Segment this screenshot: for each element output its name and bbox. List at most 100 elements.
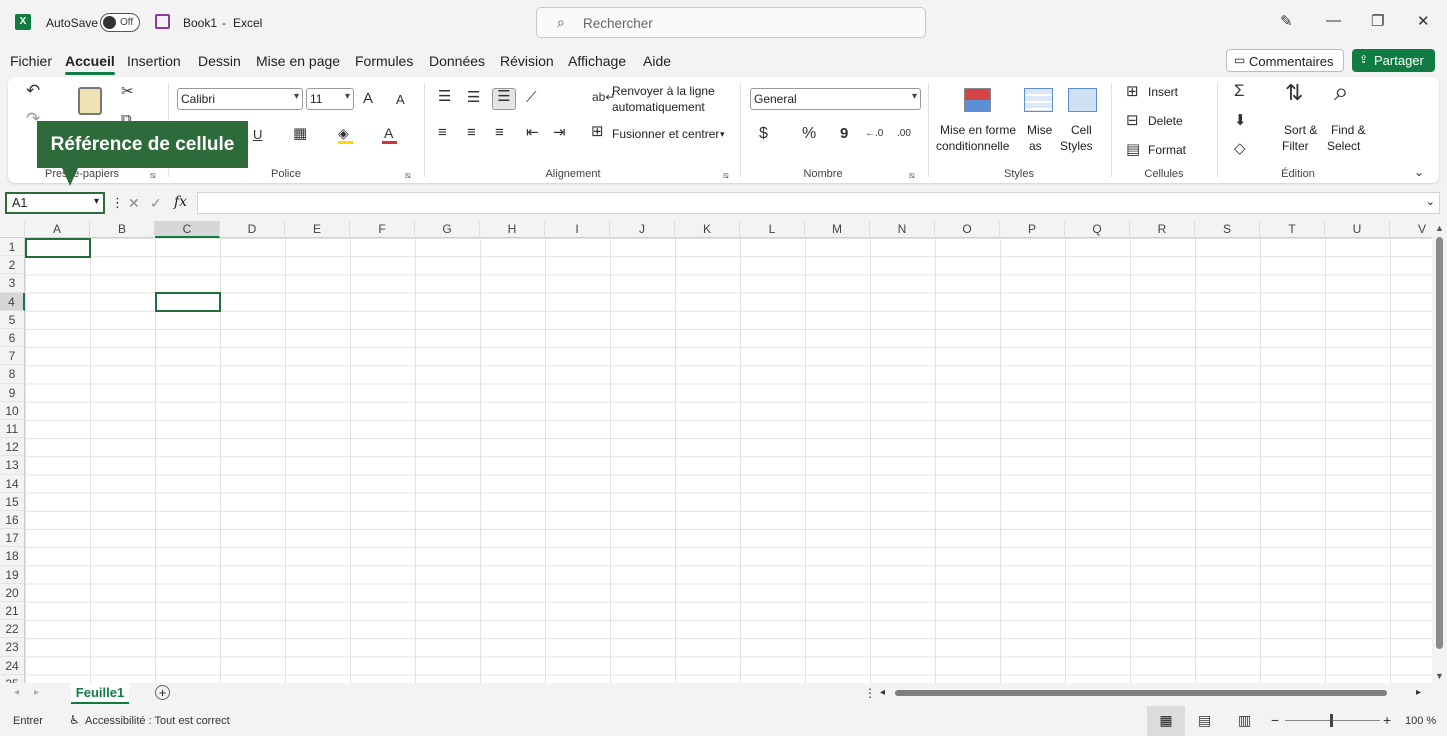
column-header-f[interactable]: F bbox=[350, 221, 415, 238]
align-top-icon[interactable]: ☰ bbox=[438, 89, 451, 105]
pen-icon[interactable]: ✎ bbox=[1280, 12, 1293, 30]
font-grow-icon[interactable]: A bbox=[363, 91, 373, 107]
scroll-right-icon[interactable]: ▸ bbox=[1416, 687, 1421, 698]
column-header-t[interactable]: T bbox=[1260, 221, 1325, 238]
orientation-icon[interactable]: ⟋ bbox=[526, 90, 537, 106]
comments-button[interactable]: ▭ Commentaires bbox=[1226, 49, 1344, 72]
column-header-r[interactable]: R bbox=[1130, 221, 1195, 238]
normal-view-icon[interactable]: ▦ bbox=[1147, 706, 1185, 736]
insert-function-icon[interactable]: fx bbox=[174, 194, 187, 210]
column-header-n[interactable]: N bbox=[870, 221, 935, 238]
cell-styles-icon[interactable] bbox=[1068, 88, 1097, 112]
insert-cells-label[interactable]: Insert bbox=[1148, 85, 1178, 100]
zoom-slider[interactable] bbox=[1285, 714, 1380, 727]
row-header-3[interactable]: 3 bbox=[0, 274, 25, 293]
align-right-icon[interactable]: ≡ bbox=[495, 125, 504, 141]
column-header-v[interactable]: V bbox=[1390, 221, 1432, 238]
column-header-d[interactable]: D bbox=[220, 221, 285, 238]
fill-icon[interactable]: ⬇ bbox=[1234, 113, 1247, 129]
align-bottom-icon[interactable]: ☰ bbox=[492, 88, 516, 110]
row-header-17[interactable]: 17 bbox=[0, 529, 25, 548]
menu-accueil[interactable]: Accueil bbox=[65, 53, 115, 75]
horizontal-scroll-thumb[interactable] bbox=[895, 690, 1387, 696]
wrap-text-line1[interactable]: Renvoyer à la ligne bbox=[612, 84, 715, 99]
font-size-combo[interactable]: 11 ▾ bbox=[306, 88, 354, 110]
active-cell[interactable] bbox=[25, 238, 91, 258]
menu-donnees[interactable]: Données bbox=[429, 53, 485, 69]
clipboard-launcher-icon[interactable]: ⧅ bbox=[150, 170, 156, 181]
row-header-18[interactable]: 18 bbox=[0, 547, 25, 566]
scroll-down-icon[interactable]: ▼ bbox=[1435, 671, 1444, 681]
row-header-2[interactable]: 2 bbox=[0, 256, 25, 275]
save-icon[interactable] bbox=[155, 14, 170, 29]
row-header-20[interactable]: 20 bbox=[0, 583, 25, 602]
row-header-24[interactable]: 24 bbox=[0, 656, 25, 675]
paste-icon[interactable] bbox=[78, 87, 102, 115]
row-header-7[interactable]: 7 bbox=[0, 347, 25, 366]
wrap-text-line2[interactable]: automatiquement bbox=[612, 100, 705, 115]
search-box[interactable]: ⌕ Rechercher bbox=[536, 7, 926, 38]
worksheet-grid[interactable]: ABCDEFGHIJKLMNOPQRSTUV 1 2 3 4 5 6 7 8 9 10 11 12 13… bbox=[0, 221, 1432, 683]
fill-color-icon[interactable]: ◈ bbox=[338, 125, 349, 141]
zoom-level[interactable]: 100 % bbox=[1405, 715, 1436, 727]
chevron-down-icon[interactable]: ▾ bbox=[720, 127, 725, 142]
menu-fichier[interactable]: Fichier bbox=[10, 53, 52, 69]
currency-icon[interactable]: $ bbox=[759, 126, 768, 142]
column-header-l[interactable]: L bbox=[740, 221, 805, 238]
accessibility-icon[interactable]: ♿ bbox=[69, 713, 80, 727]
font-name-combo[interactable]: Calibri ▾ bbox=[177, 88, 303, 110]
close-icon[interactable]: ✕ bbox=[1417, 12, 1430, 30]
cells-area[interactable] bbox=[25, 238, 1432, 683]
menu-revision[interactable]: Révision bbox=[500, 53, 554, 69]
delete-cells-icon[interactable]: ⊟ bbox=[1126, 113, 1139, 129]
page-break-view-icon[interactable]: ▥ bbox=[1238, 712, 1251, 729]
share-button[interactable]: ⇪ Partager bbox=[1352, 49, 1435, 72]
autosave-toggle[interactable]: Off bbox=[100, 13, 140, 32]
conditional-formatting-icon[interactable] bbox=[964, 88, 991, 112]
row-header-6[interactable]: 6 bbox=[0, 329, 25, 348]
number-format-combo[interactable]: General ▾ bbox=[750, 88, 921, 110]
column-header-q[interactable]: Q bbox=[1065, 221, 1130, 238]
column-header-i[interactable]: I bbox=[545, 221, 610, 238]
vertical-scroll-thumb[interactable] bbox=[1436, 237, 1443, 649]
zoom-slider-thumb[interactable] bbox=[1330, 714, 1333, 727]
decrease-indent-icon[interactable]: ⇤ bbox=[526, 125, 539, 141]
row-header-23[interactable]: 23 bbox=[0, 638, 25, 657]
merge-center-icon[interactable]: ⊞ bbox=[591, 124, 604, 140]
next-sheet-icon[interactable]: ▸ bbox=[34, 687, 39, 698]
row-header-25[interactable]: 25 bbox=[0, 674, 25, 683]
autosum-icon[interactable]: Σ bbox=[1234, 82, 1245, 99]
row-header-16[interactable]: 16 bbox=[0, 511, 25, 530]
column-header-h[interactable]: H bbox=[480, 221, 545, 238]
prev-sheet-icon[interactable]: ◂ bbox=[14, 687, 19, 698]
column-header-a[interactable]: A bbox=[25, 221, 90, 238]
column-header-u[interactable]: U bbox=[1325, 221, 1390, 238]
sort-filter-line1[interactable]: Sort & bbox=[1284, 123, 1317, 138]
column-header-e[interactable]: E bbox=[285, 221, 350, 238]
insert-cells-icon[interactable]: ⊞ bbox=[1126, 84, 1139, 100]
row-header-10[interactable]: 10 bbox=[0, 401, 25, 420]
conditional-formatting-line2[interactable]: conditionnelle bbox=[936, 139, 1009, 154]
format-as-table-line2[interactable]: as bbox=[1029, 139, 1042, 154]
format-cells-label[interactable]: Format bbox=[1148, 143, 1186, 158]
font-color-icon[interactable]: A bbox=[384, 125, 393, 141]
minimize-icon[interactable]: — bbox=[1326, 12, 1341, 29]
row-header-19[interactable]: 19 bbox=[0, 565, 25, 584]
number-launcher-icon[interactable]: ⧅ bbox=[909, 170, 915, 181]
row-header-22[interactable]: 22 bbox=[0, 620, 25, 639]
menu-formules[interactable]: Formules bbox=[355, 53, 413, 69]
row-header-12[interactable]: 12 bbox=[0, 438, 25, 457]
menu-aide[interactable]: Aide bbox=[643, 53, 671, 69]
percent-icon[interactable]: % bbox=[802, 126, 816, 142]
column-header-p[interactable]: P bbox=[1000, 221, 1065, 238]
clear-icon[interactable]: ◇ bbox=[1234, 141, 1246, 157]
align-middle-icon[interactable]: ☰ bbox=[467, 90, 480, 106]
menu-insertion[interactable]: Insertion bbox=[127, 53, 181, 69]
format-cells-icon[interactable]: ▤ bbox=[1126, 142, 1140, 158]
name-box[interactable]: A1 ▾ bbox=[5, 192, 105, 214]
vertical-scrollbar[interactable]: ▲ ▼ bbox=[1432, 221, 1447, 683]
column-header-j[interactable]: J bbox=[610, 221, 675, 238]
format-as-table-line1[interactable]: Mise bbox=[1027, 123, 1052, 138]
cell-styles-line2[interactable]: Styles bbox=[1060, 139, 1093, 154]
sort-filter-icon[interactable]: ⇅ bbox=[1285, 82, 1303, 104]
